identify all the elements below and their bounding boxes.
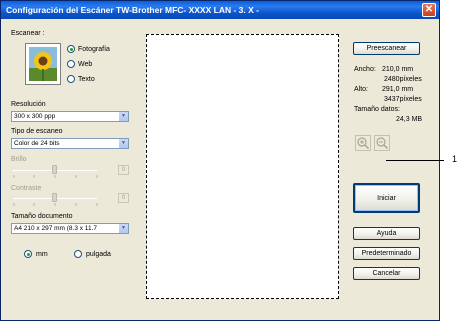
zoom-out-button[interactable]	[374, 135, 390, 151]
zoom-out-icon	[376, 137, 389, 150]
start-button[interactable]: Iniciar	[353, 183, 420, 213]
brightness-value[interactable]: 0	[118, 165, 129, 175]
scan-preview-area[interactable]	[146, 34, 339, 299]
mm-option-label: mm	[36, 250, 48, 258]
scan-type-label: Tipo de escaneo	[11, 128, 63, 135]
prescan-button[interactable]: Preescanear	[353, 42, 420, 55]
height-label: Alto:	[354, 86, 369, 93]
zoom-in-icon	[357, 137, 370, 150]
width-mm-value: 210,0 mm	[382, 66, 414, 73]
cancel-button[interactable]: Cancelar	[353, 267, 420, 280]
window-title: Configuración del Escáner TW-Brother MFC…	[6, 5, 259, 15]
title-bar: Configuración del Escáner TW-Brother MFC…	[1, 1, 439, 19]
contrast-label: Contraste	[11, 185, 42, 192]
document-size-label: Tamaño documento	[11, 213, 73, 220]
contrast-value[interactable]: 0	[118, 193, 129, 203]
callout-line	[386, 160, 444, 161]
radio-web[interactable]	[67, 60, 75, 68]
data-size-value: 24,3 MB	[396, 116, 423, 123]
brightness-ticks	[13, 175, 98, 178]
contrast-slider-thumb[interactable]	[52, 193, 57, 202]
scanner-settings-window: Configuración del Escáner TW-Brother MFC…	[0, 0, 440, 321]
brightness-slider-thumb[interactable]	[52, 165, 57, 174]
resolution-value: 300 x 300 ppp	[14, 113, 56, 120]
web-option-label: Web	[78, 60, 93, 68]
inch-option-label: pulgada	[86, 250, 111, 258]
width-px-value: 2480píxeles	[384, 76, 422, 83]
contrast-ticks	[13, 203, 98, 206]
data-size-label: Tamaño datos:	[354, 106, 400, 113]
close-button[interactable]: ✕	[422, 3, 436, 17]
resolution-select[interactable]: 300 x 300 ppp ▼	[11, 111, 129, 122]
callout-number: 1	[452, 154, 458, 164]
zoom-in-button[interactable]	[355, 135, 371, 151]
radio-mm[interactable]	[24, 250, 32, 258]
scan-label: Escanear :	[11, 30, 45, 37]
scan-type-value: Color de 24 bits	[14, 140, 60, 147]
height-px-value: 3437píxeles	[384, 96, 422, 103]
chevron-down-icon: ▼	[118, 139, 128, 148]
default-button[interactable]: Predeterminado	[353, 247, 420, 260]
document-size-select[interactable]: A4 210 x 297 mm (8.3 x 11.7 ▼	[11, 223, 129, 234]
brightness-label: Brillo	[11, 156, 27, 163]
photo-option-label: Fotografía	[78, 45, 110, 53]
document-size-value: A4 210 x 297 mm (8.3 x 11.7	[14, 225, 97, 232]
chevron-down-icon: ▼	[118, 224, 128, 233]
width-label: Ancho:	[354, 66, 376, 73]
chevron-down-icon: ▼	[118, 112, 128, 121]
text-option-label: Texto	[78, 75, 95, 83]
photo-scan-icon	[25, 43, 61, 85]
scan-type-select[interactable]: Color de 24 bits ▼	[11, 138, 129, 149]
radio-inch[interactable]	[74, 250, 82, 258]
radio-text[interactable]	[67, 75, 75, 83]
help-button[interactable]: Ayuda	[353, 227, 420, 240]
resolution-label: Resolución	[11, 101, 46, 108]
height-mm-value: 291,0 mm	[382, 86, 414, 93]
radio-photo[interactable]	[67, 45, 75, 53]
